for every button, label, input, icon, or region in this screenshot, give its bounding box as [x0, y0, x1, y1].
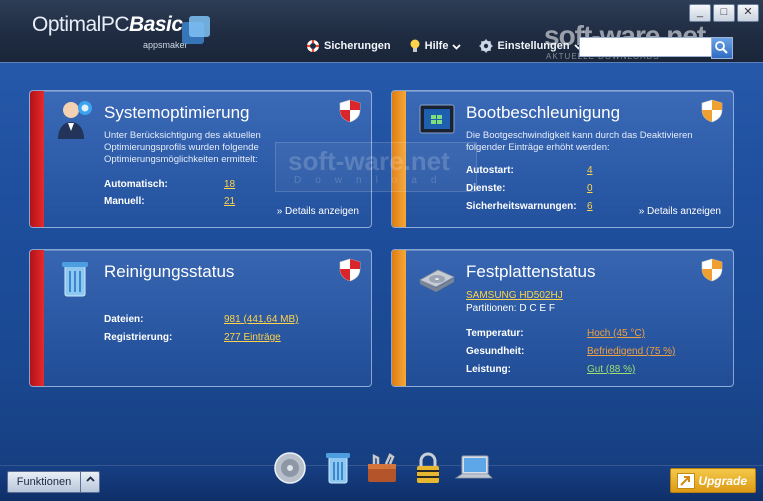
maximize-button[interactable]: □: [713, 4, 735, 22]
manual-value-link[interactable]: 21: [224, 196, 235, 207]
windows-screen-icon: [419, 104, 455, 134]
shield-orange-icon: [701, 258, 723, 282]
panel-title: Bootbeschleunigung: [466, 103, 621, 122]
chevron-down-icon: [452, 43, 462, 50]
trash-can-icon[interactable]: [320, 450, 356, 486]
nav-settings-label: Einstellungen: [497, 40, 570, 52]
nav-backups-label: Sicherungen: [324, 40, 391, 52]
autostart-value-link[interactable]: 4: [587, 165, 593, 176]
temperature-value-link[interactable]: Hoch (45 °C): [587, 328, 645, 339]
toolbox-icon[interactable]: [364, 450, 400, 486]
lightbulb-icon: [410, 39, 420, 52]
watermark-text: soft-ware.net: [288, 146, 450, 176]
upgrade-arrow-icon: [677, 473, 695, 489]
nav-help-label: Hilfe: [424, 40, 449, 52]
security-warnings-label: Sicherheitswarnungen:: [466, 201, 577, 212]
lifebuoy-icon: [307, 40, 319, 52]
top-navigation: Sicherungen Hilfe Einstellungen: [306, 39, 583, 53]
shield-red-icon: [339, 258, 361, 282]
watermark-overlay: soft-ware.net Download: [275, 142, 477, 192]
automatic-label: Automatisch:: [104, 179, 168, 190]
manual-label: Manuell:: [104, 196, 145, 207]
panel-cleaning-status: Reinigungsstatus Dateien: 981 (441,64 MB…: [29, 249, 372, 387]
health-label: Gesundheit:: [466, 346, 525, 357]
lock-icon[interactable]: [410, 450, 446, 486]
panel-description: Die Bootgeschwindigkeit kann durch das D…: [466, 130, 693, 153]
details-link[interactable]: » Details anzeigen: [639, 206, 721, 217]
laptop-icon[interactable]: [454, 450, 494, 486]
close-button[interactable]: ✕: [737, 4, 759, 22]
shield-orange-icon: [701, 99, 723, 123]
functions-expand-button[interactable]: [80, 471, 100, 493]
shield-red-icon: [339, 99, 361, 123]
logo-cube-icon: [182, 16, 210, 44]
drive-name-link[interactable]: SAMSUNG HD502HJ: [466, 290, 563, 301]
hard-disk-icon: [419, 269, 455, 292]
performance-value-link[interactable]: Gut (88 %): [587, 364, 635, 375]
status-strip: [30, 250, 44, 386]
upgrade-label: Upgrade: [698, 474, 747, 488]
details-link[interactable]: » Details anzeigen: [277, 206, 359, 217]
minimize-button[interactable]: _: [689, 4, 711, 22]
registry-label: Registrierung:: [104, 332, 173, 343]
automatic-value-link[interactable]: 18: [224, 179, 235, 190]
upgrade-button[interactable]: Upgrade: [670, 468, 756, 493]
chevron-up-icon: [85, 476, 95, 482]
panel-disk-status: Festplattenstatus SAMSUNG HD502HJ Partit…: [391, 249, 734, 387]
registry-value-link[interactable]: 277 Einträge: [224, 332, 281, 343]
panel-title: Festplattenstatus: [466, 262, 596, 281]
files-label: Dateien:: [104, 314, 144, 325]
search-input[interactable]: [579, 37, 733, 57]
optimizer-disc-icon[interactable]: [272, 450, 308, 486]
nav-help[interactable]: Hilfe: [409, 39, 462, 53]
functions-button[interactable]: Funktionen: [7, 471, 81, 493]
search-icon: [715, 41, 728, 54]
title-bar: OptimalPCBasic appsmaker soft-ware.net A…: [0, 0, 763, 63]
trash-can-icon: [62, 262, 88, 297]
services-value-link[interactable]: 0: [587, 183, 593, 194]
app-logo: OptimalPCBasic: [32, 13, 183, 36]
gear-icon: [479, 39, 493, 53]
status-strip: [30, 91, 44, 227]
watermark-subtext: Download: [294, 175, 451, 186]
health-value-link[interactable]: Befriedigend (75 %): [587, 346, 675, 357]
nav-backups[interactable]: Sicherungen: [306, 39, 391, 53]
performance-label: Leistung:: [466, 364, 511, 375]
search-button[interactable]: [711, 37, 733, 59]
panel-description: Unter Berücksichtigung des aktuellen Opt…: [104, 130, 261, 165]
temperature-label: Temperatur:: [466, 328, 524, 339]
panel-title: Reinigungsstatus: [104, 262, 235, 281]
user-icon: [58, 101, 92, 139]
nav-settings[interactable]: Einstellungen: [479, 39, 583, 53]
window-controls: _ □ ✕: [689, 4, 759, 22]
partitions-text: Partitionen: D C E F: [466, 303, 555, 314]
status-strip: [392, 250, 406, 386]
security-warnings-value-link[interactable]: 6: [587, 201, 593, 212]
panel-title: Systemoptimierung: [104, 103, 250, 122]
files-value-link[interactable]: 981 (441,64 MB): [224, 314, 299, 325]
